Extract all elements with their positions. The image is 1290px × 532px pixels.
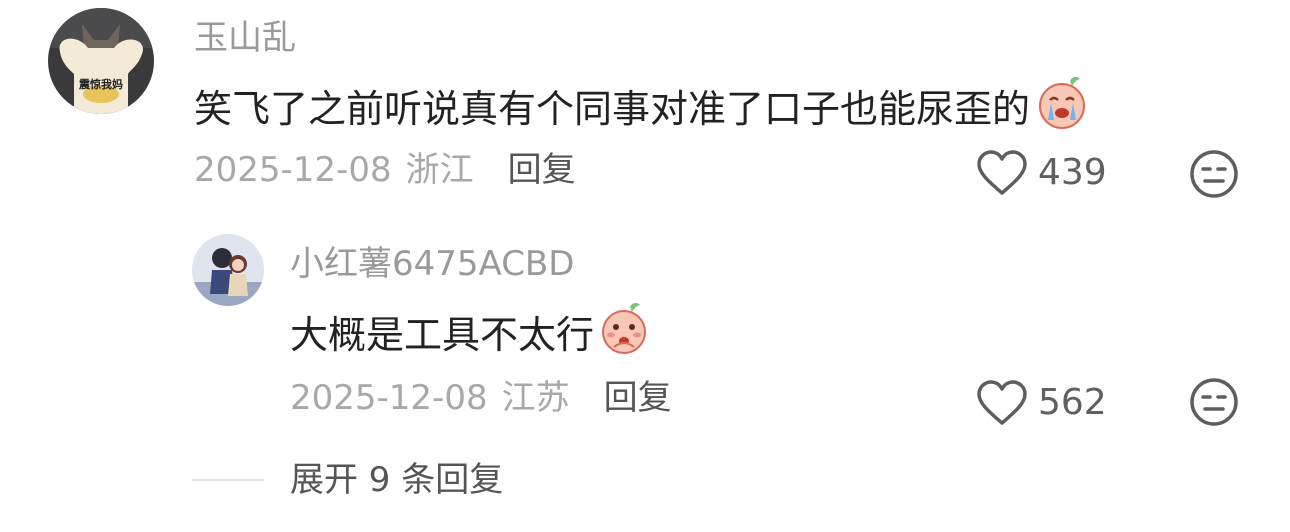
commenter-username[interactable]: 玉山乱 xyxy=(194,18,296,58)
comment-text-row: 笑飞了之前听说真有个同事对准了口子也能尿歪的 xyxy=(194,75,1090,142)
avatar-text: 震惊我妈 xyxy=(79,78,123,91)
reply-text-row: 大概是工具不太行 xyxy=(290,301,650,368)
reply-text: 大概是工具不太行 xyxy=(290,312,595,357)
comment-reply-button[interactable]: 回复 xyxy=(508,150,576,190)
comment-like-count: 439 xyxy=(1038,152,1107,193)
comment-date: 2025-12-08 xyxy=(194,150,392,190)
meh-face-icon xyxy=(1190,378,1238,426)
meh-face-icon xyxy=(1190,150,1238,198)
reply-like-count: 562 xyxy=(1038,382,1107,423)
expand-replies-label: 展开 9 条回复 xyxy=(290,460,504,500)
comment-meta: 2025-12-08 浙江 回复 xyxy=(194,150,576,190)
replier-avatar[interactable] xyxy=(192,234,264,306)
comment-like-button[interactable]: 439 xyxy=(976,150,1107,196)
reply-like-button[interactable]: 562 xyxy=(976,380,1107,426)
comment-text: 笑飞了之前听说真有个同事对准了口子也能尿歪的 xyxy=(194,86,1031,131)
avatar-image xyxy=(48,8,154,114)
avatar-image xyxy=(192,234,264,306)
commenter-avatar[interactable]: 震惊我妈 xyxy=(48,8,154,114)
comment-dislike-button[interactable] xyxy=(1188,148,1240,200)
heart-outline-icon xyxy=(977,380,1027,425)
reply-date: 2025-12-08 xyxy=(290,378,488,418)
reply-dislike-button[interactable] xyxy=(1188,376,1240,428)
comment-location: 浙江 xyxy=(405,150,474,190)
heart-outline-icon xyxy=(977,150,1027,195)
reply-meta: 2025-12-08 江苏 回复 xyxy=(290,378,672,418)
reply-reply-button[interactable]: 回复 xyxy=(604,378,672,418)
expand-replies-button[interactable]: 展开 9 条回复 xyxy=(192,460,503,500)
expand-divider xyxy=(192,479,264,481)
reply-location: 江苏 xyxy=(501,378,570,418)
replier-username[interactable]: 小红薯6475ACBD xyxy=(290,244,574,284)
shy-peach-emoji xyxy=(598,301,650,368)
crying-peach-emoji xyxy=(1034,75,1090,142)
